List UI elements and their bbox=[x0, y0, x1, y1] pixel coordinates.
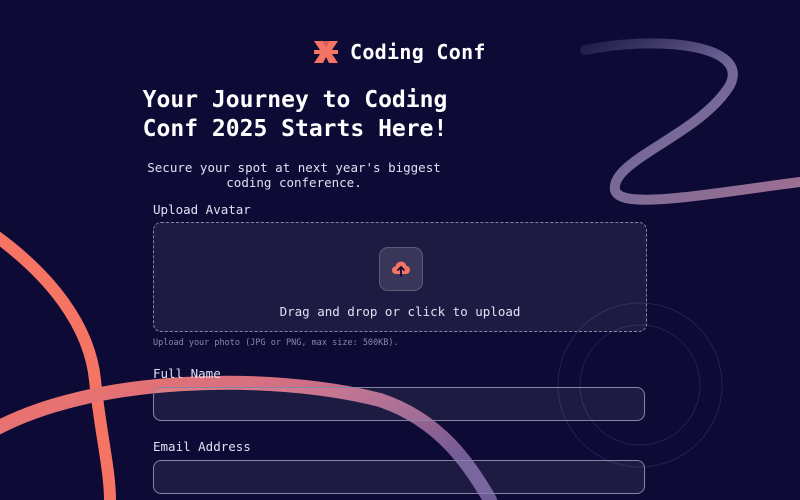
squiggle-line bbox=[580, 38, 800, 205]
upload-cloud-icon bbox=[392, 261, 410, 277]
email-label: Email Address bbox=[153, 439, 251, 454]
brand-logo: Coding Conf bbox=[312, 38, 486, 66]
brand-name: Coding Conf bbox=[350, 40, 486, 64]
large-arc bbox=[0, 231, 116, 500]
conference-logo-icon bbox=[314, 41, 338, 63]
upload-button[interactable] bbox=[379, 247, 423, 291]
dropzone-text: Drag and drop or click to upload bbox=[279, 304, 521, 319]
page-title: Your Journey to Coding Conf 2025 Starts … bbox=[142, 87, 448, 142]
full-name-label: Full Name bbox=[153, 366, 221, 381]
email-input[interactable] bbox=[153, 460, 645, 494]
avatar-hint: Upload your photo (JPG or PNG, max size:… bbox=[153, 338, 399, 348]
avatar-dropzone[interactable]: Drag and drop or click to upload bbox=[153, 222, 647, 332]
full-name-input[interactable] bbox=[153, 387, 645, 421]
avatar-label: Upload Avatar bbox=[153, 202, 251, 217]
page-subtitle: Secure your spot at next year's biggest … bbox=[147, 160, 441, 190]
